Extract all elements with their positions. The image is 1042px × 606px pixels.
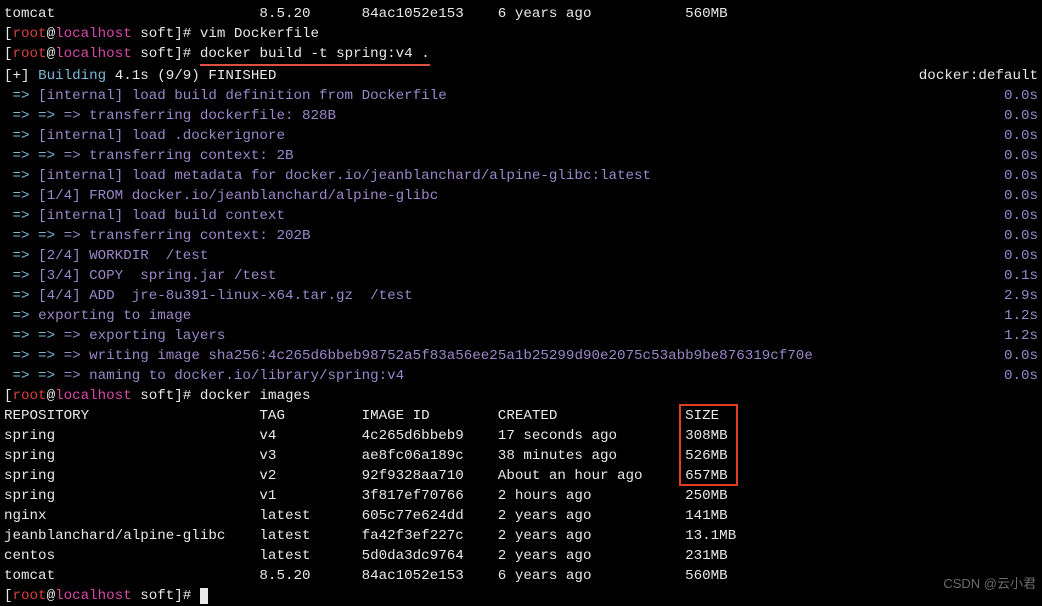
build-step-line: => [internal] load metadata for docker.i… [4, 166, 1038, 186]
build-step-line: => [internal] load build context0.0s [4, 206, 1038, 226]
table-row: centos latest 5d0da3dc9764 2 years ago 2… [4, 546, 1038, 566]
build-step-line: => => => writing image sha256:4c265d6bbe… [4, 346, 1038, 366]
build-step-line: => [3/4] COPY spring.jar /test0.1s [4, 266, 1038, 286]
table-header: REPOSITORY TAG IMAGE ID CREATED SIZE [4, 406, 1038, 426]
table-row: spring v3 ae8fc06a189c 38 minutes ago 52… [4, 446, 1038, 466]
terminal-output[interactable]: tomcat 8.5.20 84ac1052e153 6 years ago 5… [4, 4, 1038, 606]
table-row: jeanblanchard/alpine-glibc latest fa42f3… [4, 526, 1038, 546]
build-status-line: [+] Building 4.1s (9/9) FINISHEDdocker:d… [4, 66, 1038, 86]
table-row: tomcat 8.5.20 84ac1052e153 6 years ago 5… [4, 566, 1038, 586]
build-step-line: => => => exporting layers1.2s [4, 326, 1038, 346]
table-row: spring v4 4c265d6bbeb9 17 seconds ago 30… [4, 426, 1038, 446]
build-step-line: => [2/4] WORKDIR /test0.0s [4, 246, 1038, 266]
table-row: spring v1 3f817ef70766 2 hours ago 250MB [4, 486, 1038, 506]
prompt-line[interactable]: [root@localhost soft]# [4, 586, 1038, 606]
build-step-line: => [4/4] ADD jre-8u391-linux-x64.tar.gz … [4, 286, 1038, 306]
watermark: CSDN @云小君 [943, 574, 1036, 594]
build-step-line: => => => naming to docker.io/library/spr… [4, 366, 1038, 386]
build-step-line: => [internal] load build definition from… [4, 86, 1038, 106]
build-step-line: => => => transferring context: 2B0.0s [4, 146, 1038, 166]
table-row: nginx latest 605c77e624dd 2 years ago 14… [4, 506, 1038, 526]
build-step-line: => [1/4] FROM docker.io/jeanblanchard/al… [4, 186, 1038, 206]
build-step-line: => [internal] load .dockerignore0.0s [4, 126, 1038, 146]
build-step-line: => => => transferring dockerfile: 828B0.… [4, 106, 1038, 126]
prompt-line: [root@localhost soft]# docker images [4, 386, 1038, 406]
build-step-line: => => => transferring context: 202B0.0s [4, 226, 1038, 246]
table-row: tomcat 8.5.20 84ac1052e153 6 years ago 5… [4, 4, 1038, 24]
build-step-line: => exporting to image1.2s [4, 306, 1038, 326]
prompt-line: [root@localhost soft]# docker build -t s… [4, 44, 1038, 66]
table-row: spring v2 92f9328aa710 About an hour ago… [4, 466, 1038, 486]
prompt-line: [root@localhost soft]# vim Dockerfile [4, 24, 1038, 44]
cursor [200, 588, 208, 604]
